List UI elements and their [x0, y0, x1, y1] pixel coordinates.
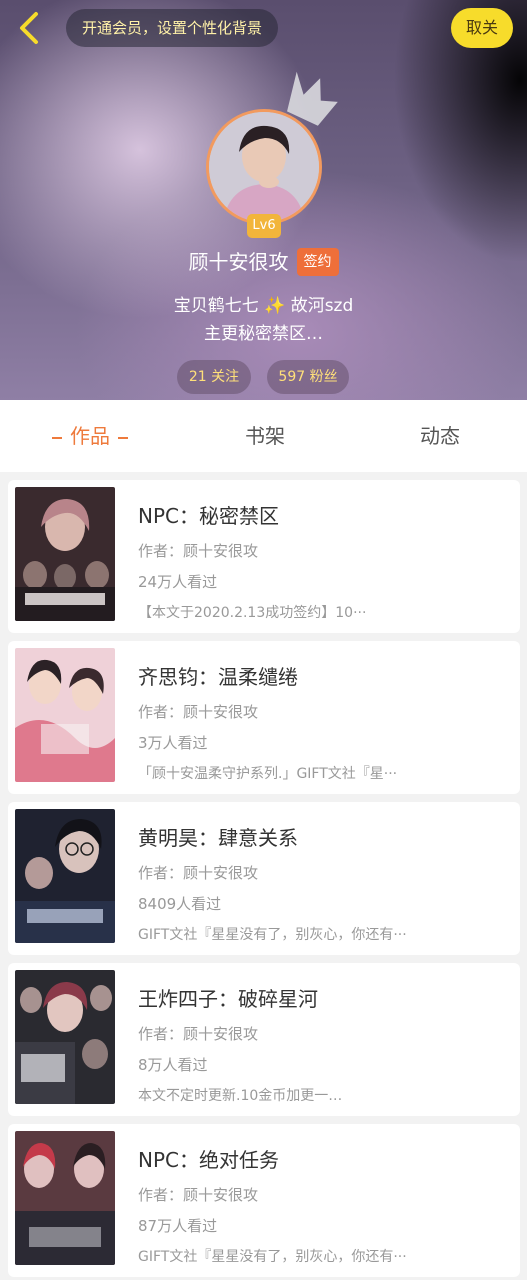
book-description: 本文不定时更新.10金币加更一…: [138, 1088, 343, 1104]
book-card[interactable]: 齐思钧：温柔缱绻 作者：顾十安很攻 3万人看过 「顾十安温柔守护系列.」GIFT…: [8, 641, 520, 794]
tab-indicator-right: [118, 436, 128, 439]
profile-tabs: 作品 书架 动态: [0, 400, 527, 472]
book-views: 8409人看过: [138, 895, 222, 913]
bio-line-1: 宝贝鹤七七 ✨ 故河szd: [0, 293, 527, 319]
book-title: NPC：秘密禁区: [138, 504, 279, 528]
book-card[interactable]: 黄明昊：肆意关系 作者：顾十安很攻 8409人看过 GIFT文社『星星没有了，别…: [8, 802, 520, 955]
fans-count[interactable]: 597 粉丝: [267, 360, 349, 394]
tab-bookshelf[interactable]: 书架: [205, 400, 325, 472]
avatar[interactable]: [206, 109, 322, 225]
unfollow-button[interactable]: 取关: [451, 8, 513, 48]
book-views: 8万人看过: [138, 1056, 208, 1074]
book-cover: [15, 1131, 115, 1265]
profile-header: 开通会员，设置个性化背景 取关 Lv6 顾十安很攻 签约 宝贝鹤七七 ✨ 故河s…: [0, 0, 527, 400]
level-badge: Lv6: [247, 214, 281, 238]
sparkle-icon: ✨: [264, 296, 286, 316]
username: 顾十安很攻: [188, 250, 289, 274]
book-cover: [15, 487, 115, 621]
back-button[interactable]: [14, 10, 46, 46]
book-author: 作者：顾十安很攻: [138, 864, 259, 882]
name-row: 顾十安很攻 签约: [0, 246, 527, 278]
book-title: 王炸四子：破碎星河: [138, 987, 318, 1011]
book-author: 作者：顾十安很攻: [138, 542, 259, 560]
book-cover: [15, 648, 115, 782]
signed-author-badge: 签约: [296, 248, 339, 276]
book-description: GIFT文社『星星没有了，别灰心，你还有···: [138, 1249, 407, 1265]
chevron-left-icon: [20, 12, 38, 44]
book-title: 黄明昊：肆意关系: [138, 826, 298, 850]
tab-works-label: 作品: [70, 424, 110, 448]
book-cover: [15, 970, 115, 1104]
vip-background-prompt[interactable]: 开通会员，设置个性化背景: [66, 9, 279, 47]
bio-text-a: 宝贝鹤七七: [173, 296, 259, 316]
following-count[interactable]: 21 关注: [177, 360, 251, 394]
book-title: 齐思钧：温柔缱绻: [138, 665, 298, 689]
book-description: 【本文于2020.2.13成功签约】10···: [138, 605, 367, 621]
bio-text-b: 故河szd: [290, 296, 354, 316]
book-description: 「顾十安温柔守护系列.」GIFT文社『星···: [138, 766, 398, 782]
book-views: 24万人看过: [138, 573, 218, 591]
book-description: GIFT文社『星星没有了，别灰心，你还有···: [138, 927, 407, 943]
bio-line-2: 主更秘密禁区…: [204, 324, 323, 344]
book-views: 87万人看过: [138, 1217, 218, 1235]
tab-activity[interactable]: 动态: [380, 400, 500, 472]
avatar-image: [209, 112, 319, 222]
book-cover: [15, 809, 115, 943]
book-author: 作者：顾十安很攻: [138, 703, 259, 721]
book-card[interactable]: 王炸四子：破碎星河 作者：顾十安很攻 8万人看过 本文不定时更新.10金币加更一…: [8, 963, 520, 1116]
book-author: 作者：顾十安很攻: [138, 1186, 259, 1204]
book-views: 3万人看过: [138, 734, 208, 752]
book-card[interactable]: NPC：绝对任务 作者：顾十安很攻 87万人看过 GIFT文社『星星没有了，别灰…: [8, 1124, 520, 1277]
tab-indicator-left: [52, 436, 62, 439]
book-author: 作者：顾十安很攻: [138, 1025, 259, 1043]
book-card[interactable]: NPC：秘密禁区 作者：顾十安很攻 24万人看过 【本文于2020.2.13成功…: [8, 480, 520, 633]
tab-works[interactable]: 作品: [30, 400, 150, 472]
book-title: NPC：绝对任务: [138, 1148, 279, 1172]
